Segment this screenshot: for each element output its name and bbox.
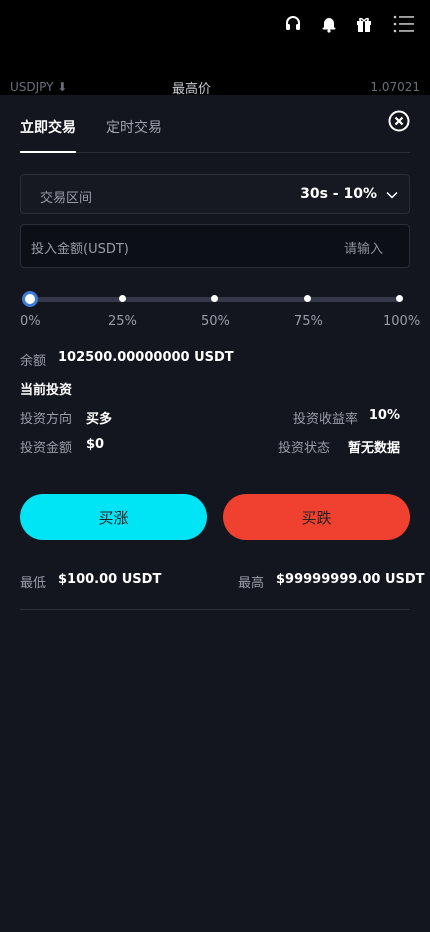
yield-label: 投资收益率 bbox=[293, 412, 359, 427]
tab-timed-trade[interactable]: 定时交易 bbox=[106, 117, 162, 137]
direction-value: 买多 bbox=[86, 412, 113, 427]
headset-icon[interactable] bbox=[282, 13, 304, 35]
amount-input[interactable]: 请输入 bbox=[344, 238, 383, 257]
slider-tick-100[interactable] bbox=[396, 295, 403, 302]
slider-mark-75: 75% bbox=[294, 314, 323, 329]
divider bbox=[20, 609, 410, 610]
ticker-value: 1.07021 bbox=[370, 80, 420, 94]
bell-icon[interactable] bbox=[318, 13, 340, 35]
ticker-row: USDJPY ⬇ 最高价 1.07021 bbox=[0, 75, 430, 97]
close-icon[interactable] bbox=[388, 110, 410, 132]
trade-tabs: 立即交易 定时交易 bbox=[20, 110, 410, 153]
menu-icon[interactable] bbox=[392, 13, 416, 35]
balance-label: 余额 bbox=[20, 354, 47, 369]
yield-value: 10% bbox=[368, 408, 400, 423]
status-label: 投资状态 bbox=[278, 441, 331, 456]
interval-label: 交易区间 bbox=[40, 191, 93, 206]
amount-label: 投入金额(USDT) bbox=[31, 242, 129, 257]
status-value: 暂无数据 bbox=[347, 441, 400, 456]
max-label: 最高 bbox=[238, 576, 265, 591]
slider-mark-0: 0% bbox=[20, 314, 41, 329]
tab-instant-trade[interactable]: 立即交易 bbox=[20, 117, 76, 137]
gift-icon[interactable] bbox=[353, 13, 375, 35]
slider-mark-50: 50% bbox=[201, 314, 230, 329]
slider-tick-75[interactable] bbox=[304, 295, 311, 302]
chevron-down-icon bbox=[385, 187, 399, 206]
invest-amount-value: $0 bbox=[86, 437, 105, 452]
min-value: $100.00 USDT bbox=[58, 572, 162, 587]
slider-tick-25[interactable] bbox=[119, 295, 126, 302]
max-value: $99999999.00 USDT bbox=[276, 572, 425, 587]
slider-mark-25: 25% bbox=[108, 314, 137, 329]
current-investment-title: 当前投资 bbox=[20, 383, 73, 398]
buy-up-button[interactable]: 买涨 bbox=[20, 494, 207, 540]
top-bar bbox=[0, 0, 430, 75]
direction-label: 投资方向 bbox=[20, 412, 73, 427]
balance-value: 102500.00000000 USDT bbox=[58, 350, 234, 365]
buy-down-button[interactable]: 买跌 bbox=[223, 494, 410, 540]
tab-underline bbox=[20, 151, 76, 153]
trade-sheet: 立即交易 定时交易 交易区间 30s - 10% 投入金额(USDT) 请输入 … bbox=[0, 95, 430, 932]
amount-field[interactable]: 投入金额(USDT) 请输入 bbox=[20, 224, 410, 268]
ticker-symbol[interactable]: USDJPY ⬇ bbox=[10, 80, 67, 94]
interval-select[interactable]: 交易区间 30s - 10% bbox=[20, 174, 410, 214]
slider-tick-50[interactable] bbox=[211, 295, 218, 302]
min-label: 最低 bbox=[20, 576, 47, 591]
interval-value: 30s - 10% bbox=[300, 186, 377, 202]
slider-handle[interactable] bbox=[22, 291, 38, 307]
invest-amount-label: 投资金额 bbox=[20, 441, 73, 456]
slider-mark-100: 100% bbox=[383, 314, 421, 329]
